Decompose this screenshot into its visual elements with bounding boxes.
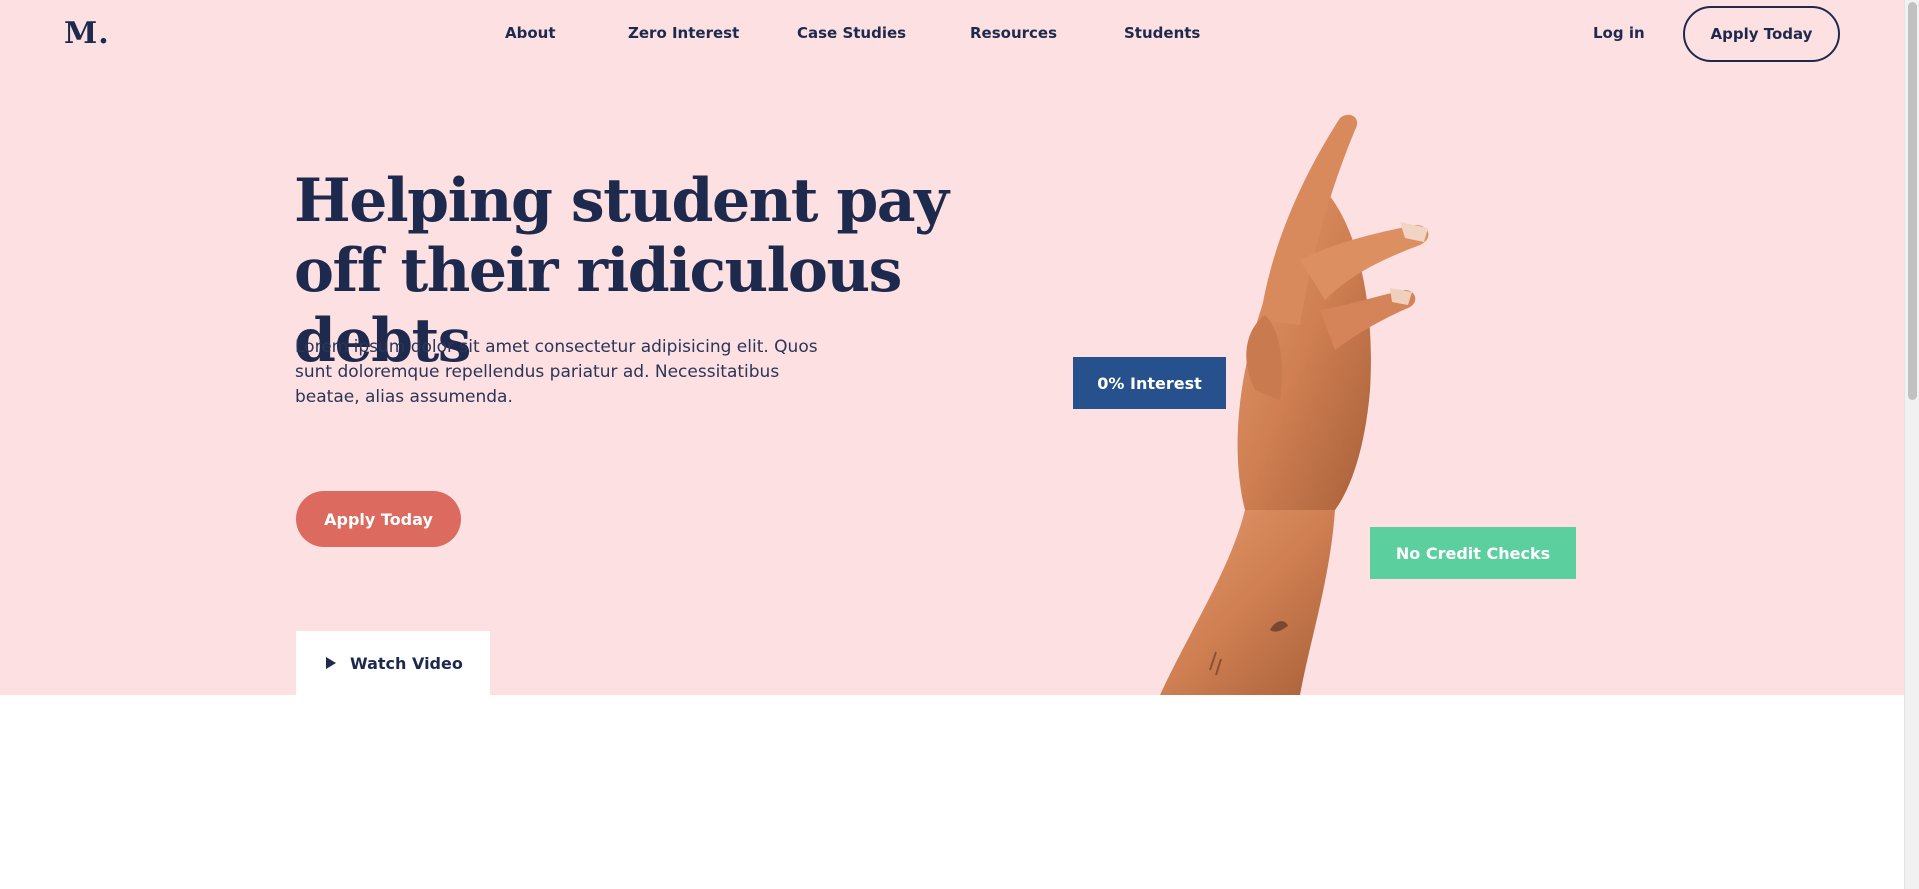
login-link[interactable]: Log in: [1593, 24, 1645, 42]
nav-zero-interest-link[interactable]: Zero Interest: [628, 24, 739, 42]
play-icon: [326, 657, 336, 669]
nav-students-link[interactable]: Students: [1124, 24, 1200, 42]
logo[interactable]: M.: [64, 16, 110, 51]
nav-about-link[interactable]: About: [505, 24, 556, 42]
zero-interest-badge: 0% Interest: [1073, 357, 1226, 409]
apply-today-hero-button[interactable]: Apply Today: [296, 491, 461, 547]
apply-today-nav-button[interactable]: Apply Today: [1683, 6, 1840, 62]
headline-line-1: Helping student pay: [294, 166, 949, 236]
page-scrollbar[interactable]: [1904, 0, 1919, 889]
hero-section: M. About Zero Interest Case Studies Reso…: [0, 0, 1904, 695]
watch-video-button[interactable]: Watch Video: [296, 631, 490, 695]
no-credit-checks-badge: No Credit Checks: [1370, 527, 1576, 579]
scrollbar-thumb[interactable]: [1908, 2, 1917, 400]
nav-resources-link[interactable]: Resources: [970, 24, 1057, 42]
watch-video-label: Watch Video: [350, 653, 463, 673]
nav-case-studies-link[interactable]: Case Studies: [797, 24, 906, 42]
hero-subtext: Lorem ipsum dolor sit amet consectetur a…: [295, 337, 818, 407]
